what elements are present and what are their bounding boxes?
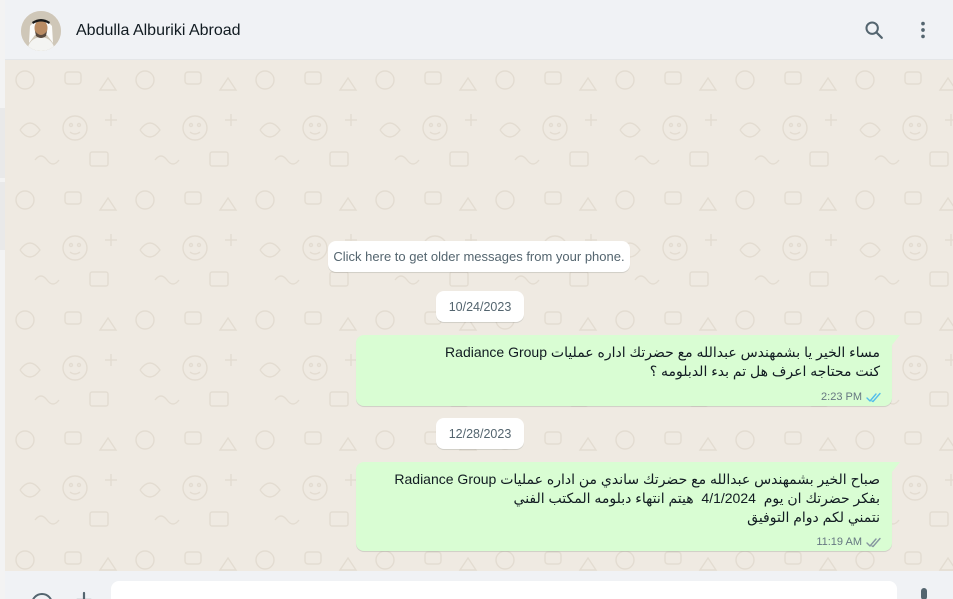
message-input[interactable] — [111, 581, 897, 599]
message-time: 11:19 AM — [816, 536, 862, 548]
avatar[interactable] — [21, 11, 61, 51]
outgoing-message[interactable]: صباح الخير بشمهندس عبدالله مع حضرتك ساند… — [356, 462, 900, 551]
message-meta: 2:23 PM — [821, 391, 882, 403]
message-line: نتمني لكم دوام التوفيق — [747, 509, 880, 525]
read-receipt-icon — [866, 392, 881, 402]
attach-plus-icon[interactable] — [75, 591, 93, 599]
outgoing-message[interactable]: مساء الخير يا بشمهندس عبدالله مع حضرتك ا… — [356, 335, 900, 406]
date-separator: 12/28/2023 — [436, 418, 524, 449]
date-separator: 10/24/2023 — [436, 291, 524, 322]
message-line: صباح الخير بشمهندس عبدالله مع حضرتك ساند… — [394, 471, 880, 487]
search-icon — [865, 21, 883, 39]
load-older-messages-button[interactable]: Click here to get older messages from yo… — [328, 241, 630, 272]
menu-button[interactable] — [909, 16, 937, 44]
avatar-image — [21, 11, 61, 51]
message-meta: 11:19 AM — [816, 536, 882, 548]
microphone-icon[interactable] — [917, 587, 931, 599]
read-receipt-icon — [866, 537, 881, 547]
message-line: بفكر حضرتك ان يوم 4/1/2024 هيتم انتهاء د… — [513, 490, 880, 506]
conversation-header: Abdulla Alburiki Abroad — [5, 0, 953, 60]
contact-name[interactable]: Abdulla Alburiki Abroad — [76, 22, 241, 40]
emoji-icon[interactable] — [29, 591, 55, 599]
chat-panel[interactable]: Click here to get older messages from yo… — [5, 60, 953, 571]
bubble-tail — [892, 462, 900, 472]
menu-icon — [921, 21, 925, 39]
bubble-tail — [892, 335, 900, 345]
search-button[interactable] — [860, 16, 888, 44]
compose-bar — [5, 571, 953, 599]
message-line: كنت محتاجه اعرف هل تم بدء الدبلومه ؟ — [649, 363, 880, 379]
message-time: 2:23 PM — [821, 391, 862, 403]
message-line: مساء الخير يا بشمهندس عبدالله مع حضرتك ا… — [445, 344, 880, 360]
